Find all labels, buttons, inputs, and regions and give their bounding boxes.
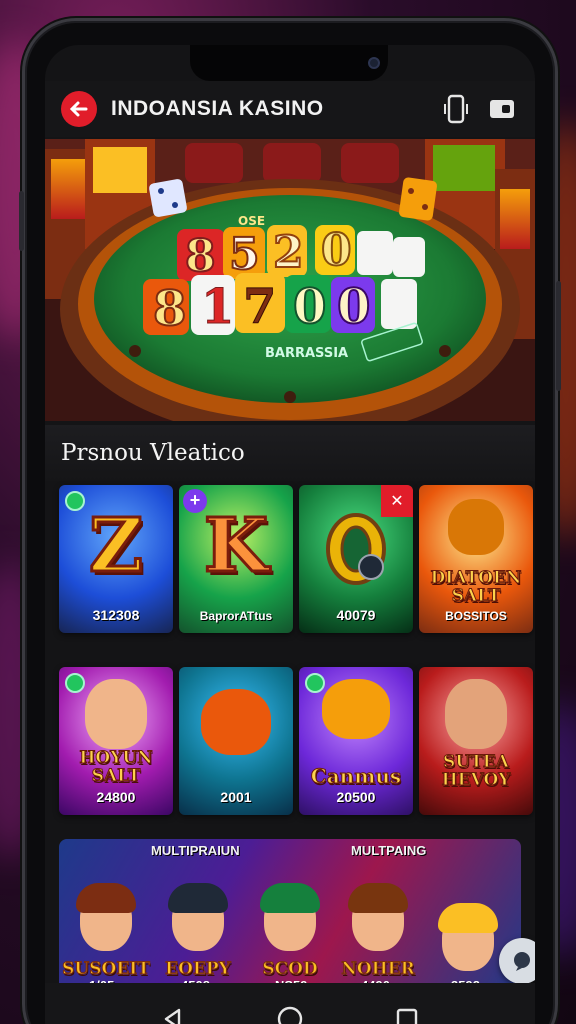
game-title: SUTEA HEVOY [441,752,511,790]
game-value: BaprorATtus [199,609,273,623]
coin-logo-icon [326,513,386,585]
game-tile[interactable]: SUTEA HEVOY [419,667,533,815]
svg-text:2: 2 [273,227,304,278]
character-portrait-icon [438,903,498,971]
character-portrait-icon [76,883,136,951]
character-portrait-icon [348,883,408,951]
game-value: 20500 [336,789,376,805]
banner-character[interactable]: EOEPY [155,851,241,980]
multiplayer-banner[interactable]: MULTIPRAIUN MULTPAING SUSOEIT 1/05 EOEPY… [59,839,521,997]
game-tile[interactable]: Z 312308 [59,485,173,633]
wallet-icon[interactable] [485,92,519,126]
game-tile[interactable]: HOYUN SALT 24800 [59,667,173,815]
tiger-mascot-icon [201,689,271,755]
volume-button [19,191,24,251]
game-tile[interactable]: DIATOEN SALT BOSSITOS [419,485,533,633]
game-tile[interactable]: Canmus 20500 [299,667,413,815]
cowboy-portrait-icon [445,679,507,749]
notch [190,45,388,81]
hero-banner[interactable]: OSE 8 5 2 0 8 1 7 0 0 BARRASSIA [45,139,535,421]
banner-character[interactable]: NOHER [335,851,421,980]
svg-text:1: 1 [201,279,234,335]
svg-text:5: 5 [229,229,260,280]
section-title: Prsnou Vleatico [61,440,245,466]
svg-text:8: 8 [153,281,186,337]
game-title: Canmus [310,764,402,788]
game-value: 2001 [220,789,252,805]
game-logo: K [202,502,269,591]
character-portrait-icon [85,679,147,749]
power-button [556,281,561,391]
system-nav-bar [45,983,535,1024]
hero-table-label: BARRASSIA [265,346,348,361]
back-triangle-icon[interactable] [153,999,193,1024]
home-circle-icon[interactable] [270,999,310,1024]
phone-rotate-icon[interactable] [439,92,473,126]
game-tile[interactable]: ✕ 40079 [299,485,413,633]
phone-frame: INDOANSIA KASINO OSE 8 5 2 0 8 1 7 0 0 B… [19,18,561,1024]
game-title: HOYUN SALT [79,748,153,786]
banner-character[interactable]: SCOD [247,851,333,980]
game-value: 40079 [336,607,376,623]
back-arrow-icon[interactable] [61,91,97,127]
game-title: DIATOEN SALT [430,568,522,606]
new-badge-icon [305,673,325,693]
app-header: INDOANSIA KASINO [45,81,535,137]
app-title: INDOANSIA KASINO [111,97,324,120]
chat-bubble-icon [514,952,530,971]
lion-mascot-icon [448,499,504,555]
svg-text:8: 8 [185,231,216,282]
character-title: NOHER [341,959,415,980]
phone-screen: INDOANSIA KASINO OSE 8 5 2 0 8 1 7 0 0 B… [45,45,535,1024]
svg-text:0: 0 [293,279,326,335]
recents-square-icon[interactable] [387,999,427,1024]
banner-character[interactable]: SUSOEIT [62,851,151,980]
game-value: 312308 [92,607,140,623]
game-logo: Z [87,502,144,591]
character-portrait-icon [168,883,228,951]
character-title: SUSOEIT [62,959,151,980]
svg-text:7: 7 [243,279,276,335]
svg-text:0: 0 [337,279,370,335]
svg-text:0: 0 [321,225,352,276]
game-value: 24800 [96,789,136,805]
character-title: EOEPY [165,959,232,980]
game-value: BOSSITOS [445,609,507,623]
game-tile[interactable]: + K BaprorATtus [179,485,293,633]
game-tile[interactable]: 2001 [179,667,293,815]
cat-mascot-icon [322,679,390,739]
hero-top-small: OSE [238,214,265,228]
new-badge-icon [65,673,85,693]
game-row: HOYUN SALT 24800 2001 Canmus 20500 SUTEA… [59,667,535,815]
section-header: Prsnou Vleatico [45,425,535,481]
character-portrait-icon [260,883,320,951]
game-row: Z 312308 + K BaprorATtus ✕ 40079 DIATOEN… [59,485,535,633]
front-camera [368,57,380,69]
character-title: SCOD [262,959,318,980]
